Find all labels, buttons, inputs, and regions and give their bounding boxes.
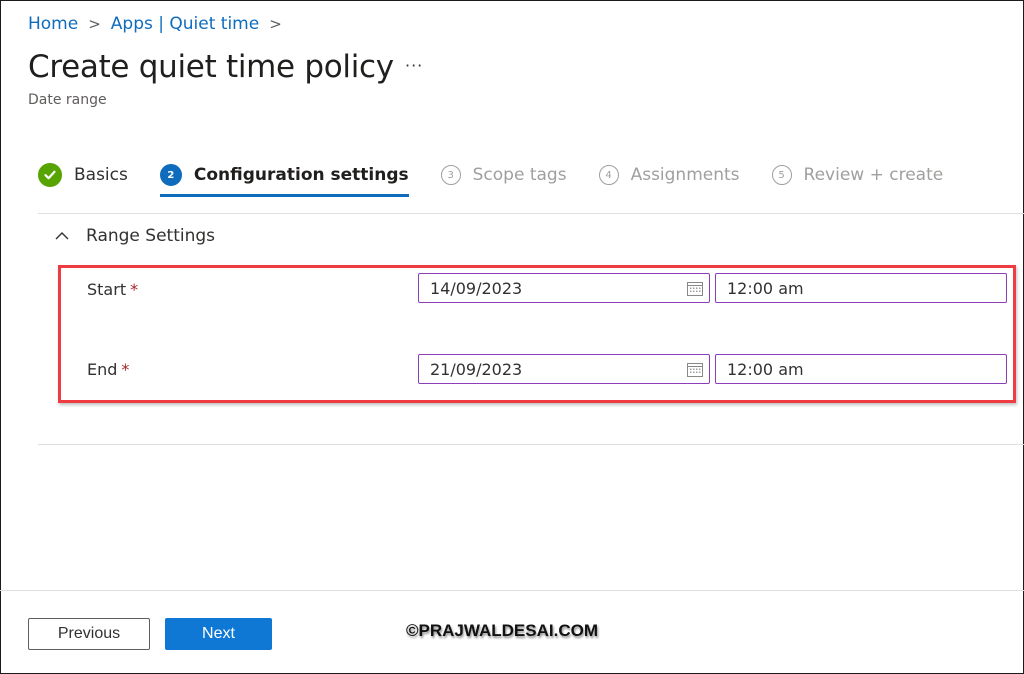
calendar-icon[interactable] <box>687 362 703 377</box>
step-label: Assignments <box>630 165 740 185</box>
divider <box>38 213 1024 214</box>
tab-configuration-settings[interactable]: 2 Configuration settings <box>159 158 409 197</box>
divider <box>38 444 1024 445</box>
required-indicator: * <box>121 360 130 379</box>
tab-review-create[interactable]: 5 Review + create <box>771 158 944 192</box>
page-subtitle: Date range <box>28 92 107 108</box>
footer-divider <box>0 590 1024 591</box>
chevron-right-icon: > <box>88 15 101 33</box>
start-date-value: 14/09/2023 <box>430 278 523 298</box>
tab-assignments[interactable]: 4 Assignments <box>598 158 740 192</box>
end-label: End * <box>87 360 129 379</box>
start-time-input[interactable]: 12:00 am <box>715 273 1007 303</box>
start-time-value: 12:00 am <box>727 278 804 298</box>
end-time-value: 12:00 am <box>727 359 804 379</box>
end-date-value: 21/09/2023 <box>430 359 523 379</box>
chevron-up-icon <box>55 232 69 240</box>
step-number-badge: 4 <box>598 165 619 185</box>
calendar-icon[interactable] <box>687 281 703 296</box>
previous-button[interactable]: Previous <box>28 618 150 650</box>
section-title: Range Settings <box>86 226 216 246</box>
step-number-badge: 5 <box>771 165 792 185</box>
breadcrumb: Home > Apps | Quiet time > <box>28 14 282 34</box>
wizard-steps: Basics 2 Configuration settings 3 Scope … <box>38 158 975 197</box>
end-label-text: End <box>87 360 118 379</box>
more-options-button[interactable]: ··· <box>405 56 423 75</box>
step-label: Scope tags <box>472 165 567 185</box>
breadcrumb-apps-quiet-time[interactable]: Apps | Quiet time <box>111 14 259 34</box>
step-label: Review + create <box>803 165 944 185</box>
start-label: Start * <box>87 280 138 299</box>
step-number-badge: 2 <box>159 164 182 186</box>
step-label: Configuration settings <box>193 165 409 185</box>
chevron-right-icon: > <box>269 15 282 33</box>
checkmark-icon <box>38 163 62 187</box>
tab-scope-tags[interactable]: 3 Scope tags <box>440 158 567 192</box>
watermark: ©PRAJWALDESAI.COM <box>406 621 598 640</box>
end-time-input[interactable]: 12:00 am <box>715 354 1007 384</box>
step-label: Basics <box>74 165 128 185</box>
range-settings-toggle[interactable]: Range Settings <box>54 226 215 246</box>
required-indicator: * <box>130 280 139 299</box>
next-button[interactable]: Next <box>165 618 272 650</box>
start-label-text: Start <box>87 280 127 299</box>
page-title: Create quiet time policy <box>28 49 394 85</box>
step-number-badge: 3 <box>440 165 461 185</box>
end-date-input[interactable]: 21/09/2023 <box>418 354 710 384</box>
start-date-input[interactable]: 14/09/2023 <box>418 273 710 303</box>
breadcrumb-home[interactable]: Home <box>28 14 78 34</box>
tab-basics[interactable]: Basics <box>38 158 128 192</box>
